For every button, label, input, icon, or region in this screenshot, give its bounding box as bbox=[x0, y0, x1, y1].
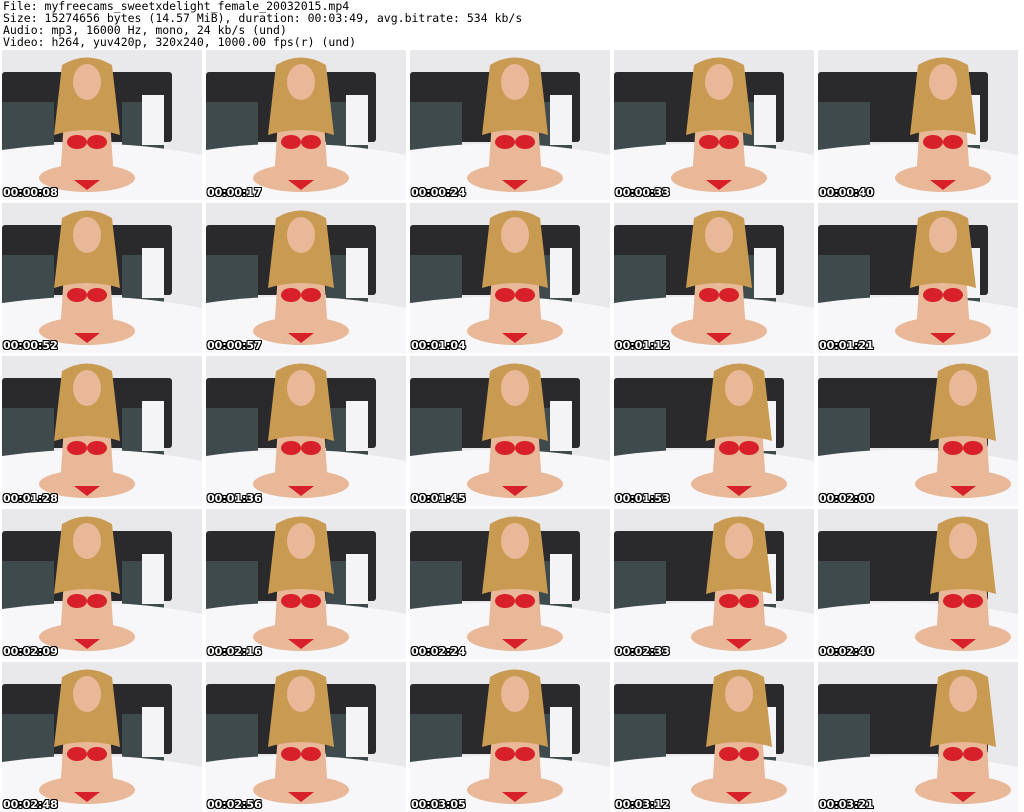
video-frame-thumbnail: 00:00:08 bbox=[2, 50, 202, 200]
video-info-line: Video: h264, yuv420p, 320x240, 1000.00 f… bbox=[3, 35, 357, 49]
frame-timestamp: 00:00:24 bbox=[411, 186, 466, 199]
video-frame-thumbnail: 00:03:21 bbox=[818, 662, 1018, 812]
frame-image bbox=[206, 662, 406, 812]
video-frame-thumbnail: 00:02:16 bbox=[206, 509, 406, 659]
frame-timestamp: 00:00:52 bbox=[3, 339, 58, 352]
frame-image bbox=[2, 509, 202, 659]
video-frame-thumbnail: 00:00:40 bbox=[818, 50, 1018, 200]
video-frame-thumbnail: 00:01:45 bbox=[410, 356, 610, 506]
frame-timestamp: 00:02:40 bbox=[819, 645, 874, 658]
video-frame-thumbnail: 00:02:48 bbox=[2, 662, 202, 812]
frame-timestamp: 00:01:36 bbox=[207, 492, 262, 505]
video-frame-thumbnail: 00:02:00 bbox=[818, 356, 1018, 506]
frame-image bbox=[2, 662, 202, 812]
frame-image bbox=[818, 50, 1018, 200]
frame-image bbox=[2, 356, 202, 506]
video-frame-thumbnail: 00:03:05 bbox=[410, 662, 610, 812]
frame-image bbox=[818, 356, 1018, 506]
video-frame-thumbnail: 00:01:36 bbox=[206, 356, 406, 506]
video-frame-thumbnail: 00:00:17 bbox=[206, 50, 406, 200]
frame-timestamp: 00:00:40 bbox=[819, 186, 874, 199]
frame-timestamp: 00:00:57 bbox=[207, 339, 262, 352]
frame-image bbox=[818, 509, 1018, 659]
frame-timestamp: 00:01:21 bbox=[819, 339, 874, 352]
frame-timestamp: 00:03:21 bbox=[819, 798, 874, 811]
frame-image bbox=[206, 509, 406, 659]
frame-image bbox=[410, 356, 610, 506]
frame-image bbox=[410, 509, 610, 659]
video-frame-thumbnail: 00:01:12 bbox=[614, 203, 814, 353]
video-frame-thumbnail: 00:00:57 bbox=[206, 203, 406, 353]
video-frame-thumbnail: 00:02:40 bbox=[818, 509, 1018, 659]
frame-timestamp: 00:02:24 bbox=[411, 645, 466, 658]
video-frame-thumbnail: 00:02:33 bbox=[614, 509, 814, 659]
thumbnail-grid: 00:00:08 00:00:17 00:00:24 00:00:33 00:00:40… bbox=[2, 50, 1022, 812]
frame-image bbox=[410, 662, 610, 812]
video-frame-thumbnail: 00:02:09 bbox=[2, 509, 202, 659]
frame-timestamp: 00:00:17 bbox=[207, 186, 262, 199]
frame-image bbox=[614, 203, 814, 353]
frame-image bbox=[614, 356, 814, 506]
frame-timestamp: 00:02:56 bbox=[207, 798, 262, 811]
video-frame-thumbnail: 00:02:24 bbox=[410, 509, 610, 659]
frame-timestamp: 00:02:09 bbox=[3, 645, 58, 658]
frame-timestamp: 00:02:00 bbox=[819, 492, 874, 505]
video-frame-thumbnail: 00:00:24 bbox=[410, 50, 610, 200]
frame-timestamp: 00:02:16 bbox=[207, 645, 262, 658]
frame-timestamp: 00:00:08 bbox=[3, 186, 58, 199]
frame-timestamp: 00:03:05 bbox=[411, 798, 466, 811]
video-frame-thumbnail: 00:01:04 bbox=[410, 203, 610, 353]
frame-timestamp: 00:01:53 bbox=[615, 492, 670, 505]
video-frame-thumbnail: 00:01:28 bbox=[2, 356, 202, 506]
frame-image bbox=[614, 662, 814, 812]
frame-timestamp: 00:02:48 bbox=[3, 798, 58, 811]
frame-image bbox=[206, 203, 406, 353]
frame-timestamp: 00:01:28 bbox=[3, 492, 58, 505]
frame-timestamp: 00:00:33 bbox=[615, 186, 670, 199]
video-frame-thumbnail: 00:01:21 bbox=[818, 203, 1018, 353]
frame-image bbox=[614, 50, 814, 200]
video-frame-thumbnail: 00:00:52 bbox=[2, 203, 202, 353]
frame-image bbox=[818, 203, 1018, 353]
frame-image bbox=[410, 203, 610, 353]
frame-image bbox=[206, 50, 406, 200]
frame-image bbox=[2, 203, 202, 353]
frame-image bbox=[410, 50, 610, 200]
file-info-header: File: myfreecams_sweetxdelight_female_20… bbox=[3, 0, 1021, 50]
video-frame-thumbnail: 00:00:33 bbox=[614, 50, 814, 200]
video-frame-thumbnail: 00:03:12 bbox=[614, 662, 814, 812]
frame-image bbox=[2, 50, 202, 200]
frame-timestamp: 00:02:33 bbox=[615, 645, 670, 658]
frame-timestamp: 00:03:12 bbox=[615, 798, 670, 811]
frame-image bbox=[206, 356, 406, 506]
frame-timestamp: 00:01:12 bbox=[615, 339, 670, 352]
frame-timestamp: 00:01:45 bbox=[411, 492, 466, 505]
frame-image bbox=[614, 509, 814, 659]
frame-image bbox=[818, 662, 1018, 812]
video-frame-thumbnail: 00:01:53 bbox=[614, 356, 814, 506]
frame-timestamp: 00:01:04 bbox=[411, 339, 466, 352]
video-frame-thumbnail: 00:02:56 bbox=[206, 662, 406, 812]
